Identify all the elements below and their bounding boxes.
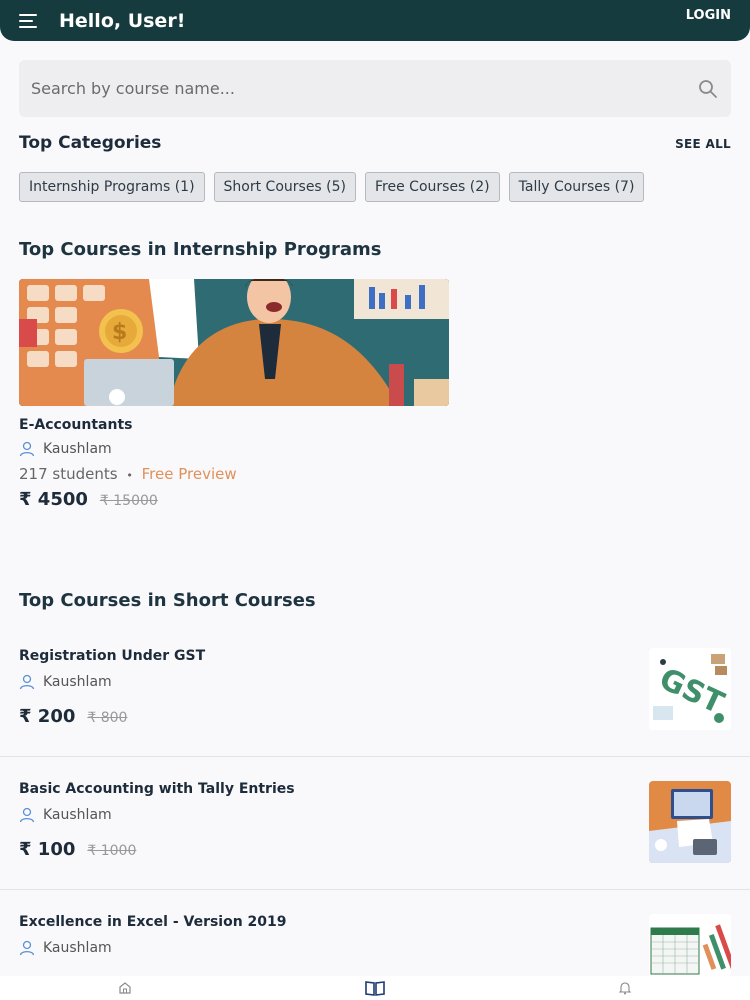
original-price: ₹ 15000: [99, 493, 158, 509]
course-thumbnail[interactable]: [649, 914, 731, 976]
author-name: Kaushlam: [43, 674, 112, 690]
bottom-navigation: [0, 976, 750, 1000]
student-count: 217 students: [19, 465, 118, 483]
svg-text:$: $: [112, 320, 127, 345]
course-thumbnail[interactable]: $: [19, 279, 449, 406]
chip-internship-programs[interactable]: Internship Programs (1): [19, 172, 205, 202]
author-name: Kaushlam: [43, 807, 112, 823]
course-item-excellence-excel[interactable]: Excellence in Excel - Version 2019 Kaush…: [0, 902, 750, 978]
course-card-e-accountants[interactable]: $ E-Accountants Kaushlam 217 students •: [19, 279, 449, 510]
course-author: Kaushlam: [19, 940, 112, 956]
course-author: Kaushlam: [19, 807, 112, 823]
current-price: ₹ 4500: [19, 489, 88, 510]
courses-book-icon[interactable]: [365, 978, 385, 998]
course-thumbnail[interactable]: [649, 781, 731, 863]
notification-bell-icon[interactable]: [615, 978, 635, 998]
login-button[interactable]: LOGIN: [686, 8, 731, 23]
user-icon: [19, 940, 35, 956]
current-price: ₹ 200: [19, 706, 76, 727]
original-price: ₹ 800: [87, 710, 128, 726]
course-price: ₹ 4500 ₹ 15000: [19, 489, 449, 510]
course-author: Kaushlam: [19, 441, 449, 457]
search-bar: [19, 60, 731, 117]
course-author: Kaushlam: [19, 674, 112, 690]
course-title[interactable]: E-Accountants: [19, 417, 449, 433]
course-item-registration-gst[interactable]: Registration Under GST Kaushlam ₹ 200 ₹ …: [0, 636, 750, 756]
internship-section-title: Top Courses in Internship Programs: [19, 239, 382, 260]
user-icon: [19, 674, 35, 690]
short-courses-section-title: Top Courses in Short Courses: [19, 590, 316, 611]
author-name: Kaushlam: [43, 441, 112, 457]
course-title[interactable]: Registration Under GST: [19, 648, 205, 664]
course-meta: 217 students • Free Preview: [19, 465, 449, 483]
course-item-basic-accounting-tally[interactable]: Basic Accounting with Tally Entries Kaus…: [0, 769, 750, 889]
menu-icon[interactable]: [19, 13, 39, 28]
search-input[interactable]: [31, 79, 697, 98]
see-all-link[interactable]: SEE ALL: [675, 137, 731, 151]
greeting-text: Hello, User!: [59, 9, 186, 32]
chip-free-courses[interactable]: Free Courses (2): [365, 172, 500, 202]
course-title[interactable]: Basic Accounting with Tally Entries: [19, 781, 295, 797]
top-categories-title: Top Categories: [19, 133, 162, 153]
app-header: Hello, User! LOGIN: [0, 0, 750, 41]
original-price: ₹ 1000: [87, 843, 137, 859]
course-price: ₹ 200 ₹ 800: [19, 706, 127, 727]
list-divider: [0, 889, 750, 890]
home-icon[interactable]: [115, 978, 135, 998]
chip-short-courses[interactable]: Short Courses (5): [213, 172, 357, 202]
list-divider: [0, 756, 750, 757]
course-price: ₹ 100 ₹ 1000: [19, 839, 136, 860]
course-thumbnail[interactable]: GST: [649, 648, 731, 730]
chip-tally-courses[interactable]: Tally Courses (7): [508, 172, 645, 202]
user-icon: [19, 807, 35, 823]
user-icon: [19, 441, 35, 457]
meta-separator: •: [126, 469, 133, 482]
search-icon[interactable]: [697, 78, 719, 100]
author-name: Kaushlam: [43, 940, 112, 956]
course-title[interactable]: Excellence in Excel - Version 2019: [19, 914, 287, 930]
category-chips: Internship Programs (1) Short Courses (5…: [19, 172, 645, 202]
current-price: ₹ 100: [19, 839, 76, 860]
free-preview-link[interactable]: Free Preview: [142, 465, 237, 483]
